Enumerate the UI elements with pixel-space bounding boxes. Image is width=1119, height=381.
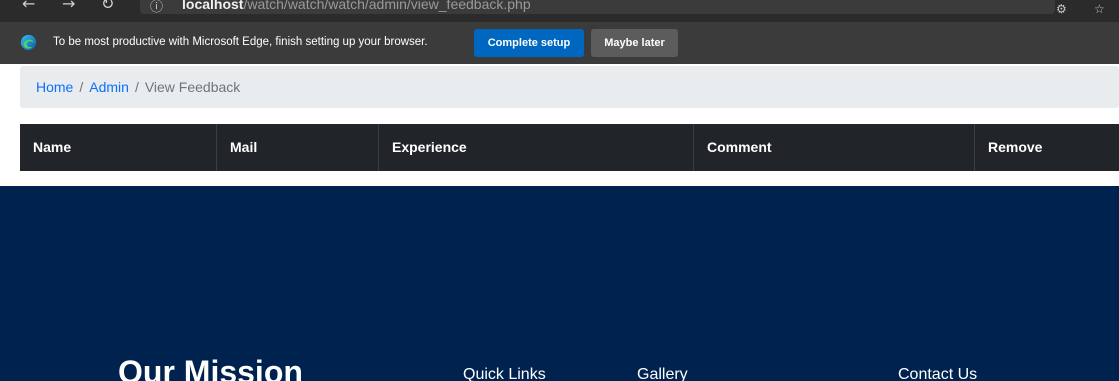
extensions-icon[interactable]: ⚙ [1056,2,1067,16]
complete-setup-button[interactable]: Complete setup [474,29,584,57]
footer-mission-title: Our Mission [118,354,303,381]
breadcrumb-current: View Feedback [144,79,241,95]
column-header-name: Name [20,124,217,171]
breadcrumb-separator: / [79,79,84,95]
feedback-table-header: Name Mail Experience Comment Remove [20,124,1119,171]
back-arrow-icon[interactable]: ← [22,0,35,13]
column-header-experience: Experience [379,124,694,171]
edge-setup-banner: To be most productive with Microsoft Edg… [0,22,1119,64]
maybe-later-button[interactable]: Maybe later [591,29,678,57]
breadcrumb-separator: / [134,79,139,95]
site-footer: Our Mission Quick Links Gallery Contact … [0,186,1119,381]
column-header-mail: Mail [217,124,379,171]
browser-toolbar: ← → ↻ ⓘ localhost/watch/watch/watch/admi… [0,0,1119,22]
site-info-icon[interactable]: ⓘ [150,0,163,15]
address-url[interactable]: localhost/watch/watch/watch/admin/view_f… [182,0,531,12]
refresh-icon[interactable]: ↻ [101,0,114,13]
footer-quick-links-title: Quick Links [463,366,546,381]
footer-gallery-title: Gallery [637,366,688,381]
breadcrumb-admin-link[interactable]: Admin [89,79,129,95]
url-path: /watch/watch/watch/admin/view_feedback.p… [243,0,531,12]
footer-contact-title: Contact Us [898,366,978,381]
column-header-comment: Comment [694,124,975,171]
breadcrumb-items: Home / Admin / View Feedback [36,79,240,95]
url-host: localhost [182,0,244,12]
banner-message: To be most productive with Microsoft Edg… [53,36,428,48]
address-bar[interactable]: ⓘ localhost/watch/watch/watch/admin/view… [140,0,1055,15]
column-header-remove: Remove [988,139,1043,155]
edge-logo-icon [20,34,37,51]
breadcrumb-home-link[interactable]: Home [36,79,73,95]
forward-arrow-icon[interactable]: → [62,0,75,13]
favorites-icon[interactable]: ☆ [1094,2,1105,16]
breadcrumb: Home / Admin / View Feedback [20,66,1119,108]
